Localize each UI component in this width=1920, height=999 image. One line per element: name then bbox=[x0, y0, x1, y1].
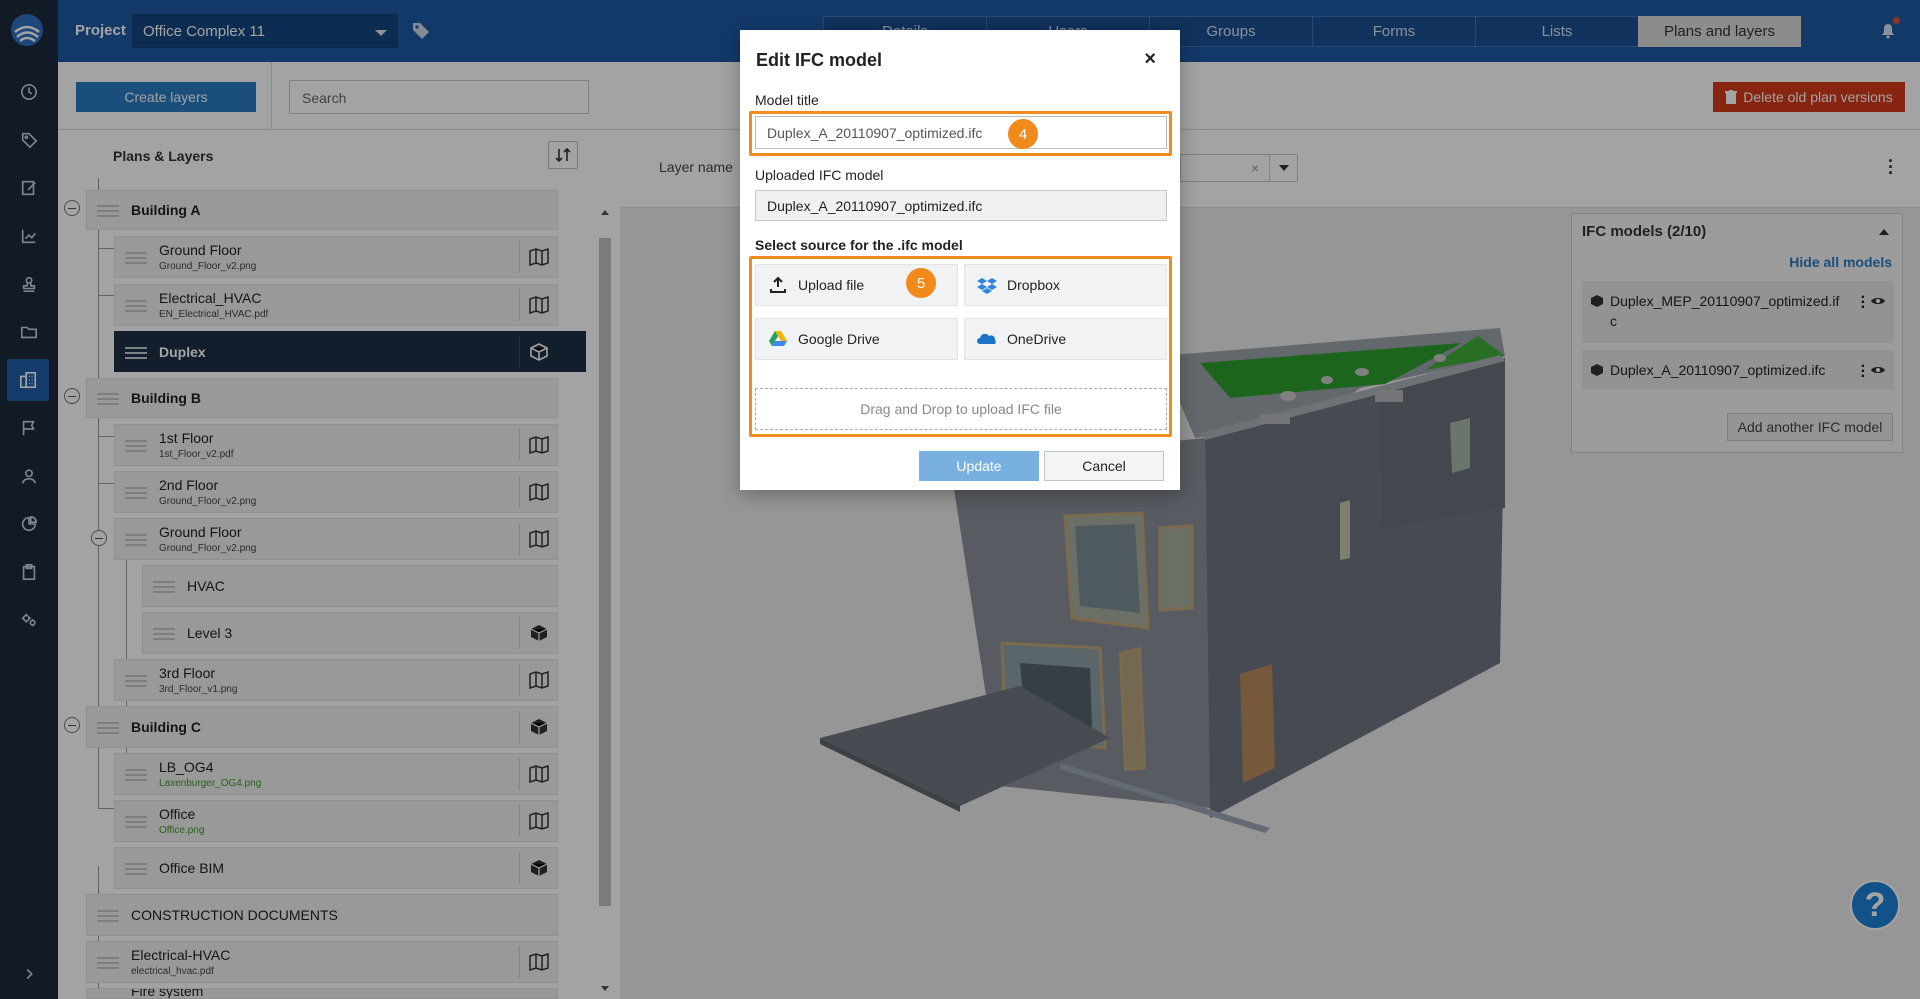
update-button[interactable]: Update bbox=[919, 451, 1039, 481]
edit-ifc-model-dialog: Edit IFC model × Model title Duplex_A_20… bbox=[740, 30, 1180, 490]
uploaded-ifc-value: Duplex_A_20110907_optimized.ifc bbox=[755, 190, 1167, 221]
close-icon[interactable]: × bbox=[1144, 48, 1156, 71]
highlight-box-step-5 bbox=[749, 256, 1172, 437]
highlight-box-step-4 bbox=[749, 111, 1172, 156]
model-title-label: Model title bbox=[755, 92, 819, 108]
uploaded-ifc-label: Uploaded IFC model bbox=[755, 167, 884, 183]
source-label: Select source for the .ifc model bbox=[755, 237, 963, 253]
step-badge: 5 bbox=[906, 268, 936, 298]
dialog-title: Edit IFC model bbox=[756, 50, 882, 70]
step-badge: 4 bbox=[1008, 119, 1038, 149]
cancel-button[interactable]: Cancel bbox=[1044, 451, 1164, 481]
